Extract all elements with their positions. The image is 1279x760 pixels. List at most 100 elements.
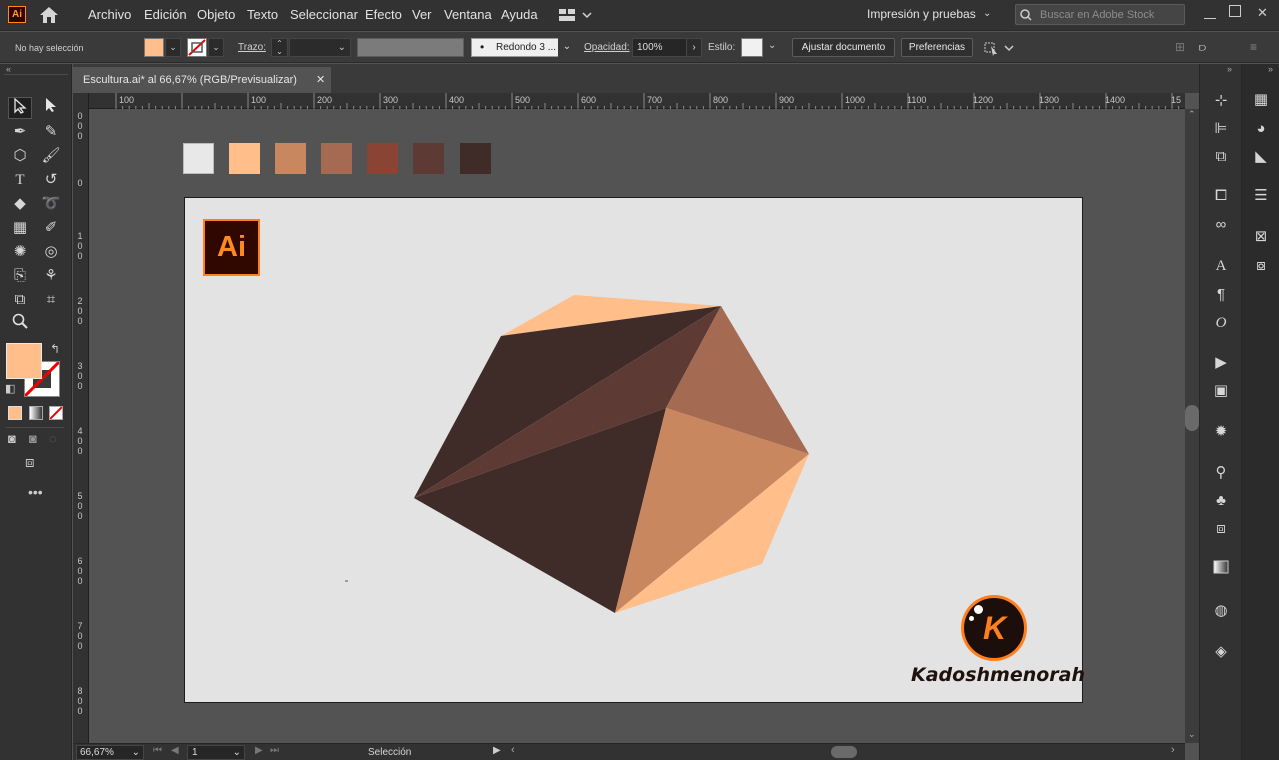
draw-inside-icon[interactable]: ◌	[49, 431, 57, 446]
links-panel-icon[interactable]: ∞	[1210, 215, 1232, 235]
first-artboard-icon[interactable]: ⏮	[153, 745, 162, 756]
draw-behind-icon[interactable]: ◙	[29, 431, 37, 446]
select-similar-icon[interactable]	[984, 40, 1016, 56]
horizontal-scroll-thumb[interactable]	[831, 746, 857, 758]
pen-tool-icon[interactable]: ✒	[8, 121, 32, 143]
artboard[interactable]: Ai K Kadoshmenorah	[184, 197, 1085, 703]
artboard-number-select[interactable]: 1 ⌄	[187, 745, 245, 760]
color-guide-panel-icon[interactable]: ◣	[1250, 147, 1272, 167]
transform-panel-icon[interactable]: ⊹	[1210, 91, 1232, 111]
home-icon[interactable]	[38, 6, 60, 24]
zoom-tool-icon[interactable]	[8, 313, 32, 335]
screen-mode-icon[interactable]: ⧈	[25, 454, 35, 471]
asset-export-panel-icon[interactable]: ▣	[1210, 381, 1232, 401]
stroke-panel-icon[interactable]: ☰	[1250, 186, 1272, 206]
last-artboard-icon[interactable]: ⏭	[270, 745, 279, 756]
vertical-scroll-thumb[interactable]	[1185, 405, 1199, 431]
navigator-panel-icon[interactable]: ⊠	[1250, 227, 1272, 247]
scroll-up-icon[interactable]: ⌃	[1188, 109, 1196, 120]
polygon-sculpture[interactable]	[185, 198, 1082, 702]
rotate-tool-icon[interactable]: ↺	[39, 169, 63, 191]
chevron-right-icon[interactable]: ›	[686, 38, 702, 57]
image-trace-panel-icon[interactable]: ⧈	[1210, 519, 1232, 539]
document-tab[interactable]: Escultura.ai* al 66,67% (RGB/Previsualiz…	[73, 67, 331, 93]
swap-fill-stroke-icon[interactable]: ↰	[50, 342, 60, 356]
actions-panel-icon[interactable]: ▶	[1210, 353, 1232, 373]
menu-edicion[interactable]: Edición	[144, 7, 187, 22]
align-icon[interactable]: ⫐	[1199, 40, 1221, 54]
symbol-sprayer-tool-icon[interactable]: ✺	[8, 241, 32, 263]
menu-ayuda[interactable]: Ayuda	[501, 7, 538, 22]
vertical-ruler[interactable]: 000 0 100 200 300 400 500 600 700 800	[73, 93, 89, 743]
none-mode-icon[interactable]	[49, 406, 63, 420]
gradient-panel-icon[interactable]	[1210, 560, 1232, 580]
color-swatch-darkest-brown[interactable]	[460, 143, 491, 174]
stroke-label[interactable]: Trazo:	[238, 42, 266, 53]
chevron-down-icon[interactable]: ⌄	[768, 40, 776, 51]
restore-icon[interactable]	[1229, 5, 1241, 17]
menu-archivo[interactable]: Archivo	[88, 7, 131, 22]
vertical-scrollbar[interactable]: ⌃ ⌄	[1185, 109, 1199, 743]
fill-color-box[interactable]	[6, 343, 42, 379]
scroll-down-icon[interactable]: ⌄	[1188, 729, 1196, 740]
eyedropper-tool-icon[interactable]: ✐	[39, 217, 63, 239]
chevron-down-icon[interactable]: ⌄	[983, 8, 991, 19]
fill-swatch-control[interactable]	[144, 38, 164, 57]
chevron-down-icon[interactable]: ⌄	[558, 38, 576, 57]
opacity-input[interactable]: 100%	[632, 38, 687, 57]
pathfinder-panel-icon[interactable]: ⧉	[1210, 147, 1232, 167]
arrange-documents-icon[interactable]	[559, 8, 593, 22]
fill-dropdown[interactable]: ⌄	[165, 38, 181, 57]
minimize-icon[interactable]	[1204, 7, 1216, 19]
artboard-tool-icon[interactable]: ⌗	[39, 289, 63, 311]
brush-definition[interactable]: • Redondo 3 ... ⌄	[471, 38, 576, 57]
layers-panel-icon[interactable]: ◈	[1210, 642, 1232, 662]
transparency-panel-icon[interactable]: ◍	[1210, 601, 1232, 621]
horizontal-ruler[interactable]: 100 100 200 300 400 500 600 700 800 900 …	[89, 93, 1185, 109]
color-swatch-dark-brown[interactable]	[413, 143, 444, 174]
align-panel-icon[interactable]: ⊫	[1210, 119, 1232, 139]
document-setup-button[interactable]: Ajustar documento	[792, 38, 895, 57]
previous-artboard-icon[interactable]: ◀	[171, 745, 179, 756]
status-menu-icon[interactable]: ▶	[493, 745, 501, 756]
color-swatch-rust[interactable]	[367, 143, 398, 174]
menu-ver[interactable]: Ver	[412, 7, 432, 22]
symbols-panel-icon[interactable]: ♣	[1210, 491, 1232, 511]
swatches-panel-icon[interactable]: ▦	[1250, 90, 1272, 110]
color-panel-icon[interactable]: ◕	[1250, 119, 1272, 139]
selection-tool-icon[interactable]	[8, 97, 32, 119]
eraser-tool-icon[interactable]: ◆	[8, 193, 32, 215]
blend-tool-icon[interactable]: ◎	[39, 241, 63, 263]
gradient-mode-icon[interactable]	[29, 406, 43, 420]
opacity-label[interactable]: Opacidad:	[584, 42, 630, 53]
paragraph-panel-icon[interactable]: ¶	[1210, 285, 1232, 305]
next-artboard-icon[interactable]: ▶	[255, 745, 263, 756]
edit-toolbar-icon[interactable]: •••	[28, 484, 43, 500]
collapse-panels-icon[interactable]: »	[1227, 64, 1232, 74]
shape-builder-tool-icon[interactable]: ⧉	[8, 289, 32, 311]
panel-menu-icon[interactable]: ≡	[1250, 40, 1264, 54]
direct-selection-tool-icon[interactable]	[39, 97, 63, 119]
stroke-weight-input[interactable]: ⌄	[289, 38, 351, 57]
menu-efecto[interactable]: Efecto	[365, 7, 402, 22]
puppet-warp-tool-icon[interactable]: ⚘	[39, 265, 63, 287]
collapse-panel-icon[interactable]: «	[6, 64, 11, 74]
stock-search[interactable]: Buscar en Adobe Stock	[1015, 4, 1185, 25]
gradient-tool-icon[interactable]: ▦	[8, 217, 32, 239]
preferences-button[interactable]: Preferencias	[901, 38, 973, 57]
brush-tool-icon[interactable]: 🖌	[39, 145, 63, 167]
info-panel-icon[interactable]: ⧇	[1250, 256, 1272, 276]
variable-width-profile[interactable]	[357, 38, 464, 57]
type-tool-icon[interactable]: T	[8, 169, 32, 191]
color-swatch-brown[interactable]	[321, 143, 352, 174]
color-swatch-light-gray[interactable]	[183, 143, 214, 174]
menu-texto[interactable]: Texto	[247, 7, 278, 22]
menu-objeto[interactable]: Objeto	[197, 7, 235, 22]
stroke-swatch-control[interactable]	[187, 38, 207, 57]
chevron-down-icon[interactable]: ⌄	[453, 40, 461, 51]
menu-seleccionar[interactable]: Seleccionar	[290, 7, 358, 22]
scroll-right-icon[interactable]: ›	[1171, 744, 1175, 756]
color-swatch-tan[interactable]	[275, 143, 306, 174]
color-swatch-peach[interactable]	[229, 143, 260, 174]
default-colors-icon[interactable]: ◧	[5, 382, 15, 395]
